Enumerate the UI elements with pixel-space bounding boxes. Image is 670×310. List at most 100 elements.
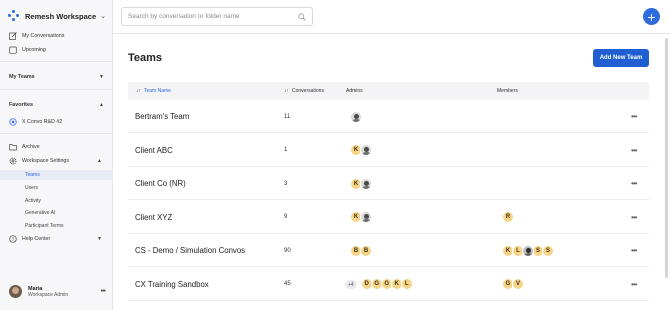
user-role: Workspace Admin <box>28 291 69 298</box>
user-photo-avatar <box>522 244 534 257</box>
active-highlight <box>0 170 113 180</box>
user-photo-avatar <box>360 211 372 223</box>
sidebar-item-workspace-settings[interactable]: Workspace Settings ▲ <box>9 155 104 166</box>
divider <box>0 61 112 62</box>
member-avatars: GV <box>502 278 524 290</box>
admins-cell: +4 D G G K L <box>345 268 413 301</box>
plus-icon: + <box>647 8 656 25</box>
table-row[interactable]: CX Training Sandbox 45 +4 D G G K L G V ••• <box>128 268 649 301</box>
sidebar-item-label: Upcoming <box>22 46 46 53</box>
svg-text:?: ? <box>12 236 15 241</box>
member-avatars: KLSS <box>502 244 554 257</box>
top-bar: + <box>113 0 670 34</box>
calendar-icon <box>9 46 17 54</box>
column-conversations[interactable]: ↓↑ Conversations <box>284 88 324 94</box>
table-row[interactable]: Bertram's Team 11 ••• <box>128 100 649 133</box>
column-label: Team Name <box>144 88 171 94</box>
caret-up-icon: ▲ <box>97 157 102 164</box>
admin-avatars <box>350 110 362 123</box>
search-icon <box>298 8 306 26</box>
sidebar-item-favorite[interactable]: X Convo R&D #2 <box>9 116 62 127</box>
divider <box>0 89 112 90</box>
table-row[interactable]: CS - Demo / Simulation Convos 90 B B K L S S ••• <box>128 234 649 267</box>
sidebar-item-label: My Conversations <box>22 32 65 39</box>
admins-cell: K <box>350 201 372 234</box>
search-box[interactable] <box>121 7 313 26</box>
more-options-icon[interactable]: ••• <box>631 201 637 234</box>
search-input[interactable] <box>128 13 298 20</box>
create-button[interactable]: + <box>643 8 660 25</box>
table-row[interactable]: Client Co (NR) 3 K ••• <box>128 167 649 200</box>
admin-avatars: K <box>350 144 372 156</box>
table-row[interactable]: Client XYZ 9 K R ••• <box>128 201 649 234</box>
chevron-down-icon: ⌄ <box>100 13 107 20</box>
column-label: Members <box>497 88 518 94</box>
sidebar-section-favorites[interactable]: Favorites ▲ <box>9 100 104 110</box>
team-name[interactable]: Client Co (NR) <box>135 167 186 200</box>
caret-up-icon: ▲ <box>99 102 104 108</box>
divider <box>0 133 112 134</box>
table-header: ↓↑ Team Name ↓↑ Conversations Admins Mem… <box>128 82 649 100</box>
settings-item-activity[interactable]: Activity <box>25 198 41 204</box>
settings-item-teams[interactable]: Teams <box>25 172 40 178</box>
admins-cell: K <box>350 167 372 200</box>
more-options-icon[interactable]: ••• <box>631 234 637 267</box>
members-cell: R <box>502 201 514 234</box>
more-options-icon[interactable]: ••• <box>631 100 637 133</box>
admins-cell <box>350 100 362 133</box>
team-name[interactable]: Client XYZ <box>135 201 172 234</box>
admin-avatars: K <box>350 177 372 190</box>
sidebar-item-label: Workspace Settings <box>22 157 70 164</box>
sidebar-item-my-conversations[interactable]: My Conversations <box>9 30 64 41</box>
column-label: Conversations <box>292 88 324 94</box>
avatar <box>9 285 22 298</box>
more-options-icon[interactable]: ••• <box>631 167 637 200</box>
settings-item-generative-ai[interactable]: Generative AI <box>25 210 55 216</box>
team-name[interactable]: CX Training Sandbox <box>135 268 209 301</box>
admins-cell: K <box>350 134 372 167</box>
sidebar-item-help-center[interactable]: ? Help Center ▼ <box>9 233 104 244</box>
remesh-logo-icon <box>8 10 20 22</box>
user-photo-avatar <box>350 110 362 123</box>
user-profile[interactable]: Maria Workspace Admin ••• <box>9 285 106 298</box>
workspace-switcher[interactable]: Remesh Workspace ⌄ <box>8 9 106 23</box>
settings-item-users[interactable]: Users <box>25 185 38 191</box>
sidebar-section-my-teams[interactable]: My Teams ▼ <box>9 72 104 82</box>
initial-avatar: B <box>360 244 372 257</box>
user-photo-avatar <box>360 144 372 156</box>
member-avatars: R <box>502 211 514 223</box>
workspace-name: Remesh Workspace <box>25 11 97 21</box>
overflow-count-badge[interactable]: +4 <box>345 280 357 289</box>
help-icon: ? <box>9 234 17 243</box>
column-members: Members <box>497 88 518 94</box>
team-name[interactable]: Client ABC <box>135 134 173 167</box>
admin-avatars: K <box>350 211 372 223</box>
sidebar-item-label: Help Center <box>22 235 51 242</box>
add-new-team-button[interactable]: Add New Team <box>593 49 649 67</box>
sidebar-item-label: Archive <box>22 143 40 150</box>
conversation-count: 90 <box>284 247 291 254</box>
initial-avatar: R <box>502 211 514 223</box>
caret-down-icon: ▼ <box>99 74 104 80</box>
folder-icon <box>9 143 17 151</box>
team-name[interactable]: CS - Demo / Simulation Convos <box>135 234 245 267</box>
more-options-icon[interactable]: ••• <box>101 288 106 295</box>
table-row[interactable]: Client ABC 1 K ••• <box>128 134 649 167</box>
scrollbar[interactable] <box>665 38 668 278</box>
conversation-count: 45 <box>284 281 291 287</box>
sidebar: Remesh Workspace ⌄ My Conversations Upco… <box>0 0 113 310</box>
more-options-icon[interactable]: ••• <box>631 134 637 167</box>
members-cell: GV <box>502 268 524 301</box>
admins-cell: BB <box>350 234 372 267</box>
initial-avatar: V <box>512 278 524 290</box>
more-options-icon[interactable]: ••• <box>631 268 637 301</box>
column-team-name[interactable]: ↓↑ Team Name <box>136 88 171 94</box>
team-name[interactable]: Bertram's Team <box>135 100 189 133</box>
section-label: Favorites <box>9 102 33 108</box>
sidebar-item-upcoming[interactable]: Upcoming <box>9 44 46 55</box>
conversation-count: 1 <box>284 147 288 153</box>
sidebar-item-archive[interactable]: Archive <box>9 141 40 152</box>
sidebar-item-label: X Convo R&D #2 <box>22 118 63 125</box>
settings-item-participant-terms[interactable]: Participant Terms <box>25 223 64 229</box>
sort-icon: ↓↑ <box>284 88 289 94</box>
